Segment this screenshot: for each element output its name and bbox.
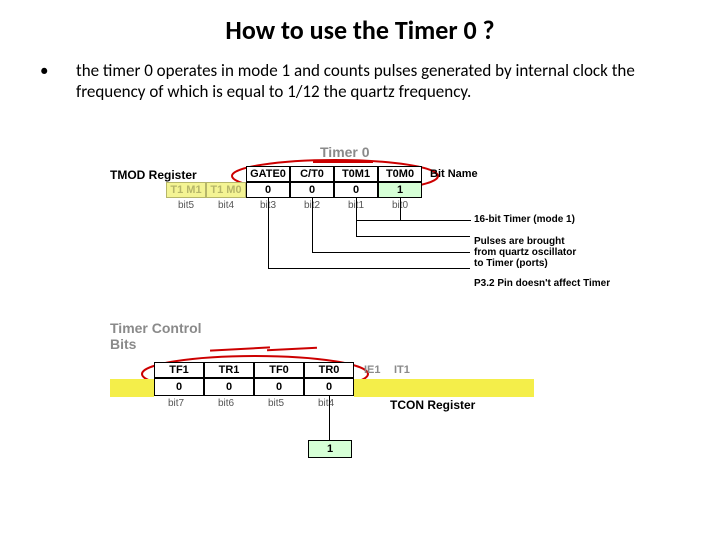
- bullet-text: the timer 0 operates in mode 1 and count…: [76, 60, 680, 103]
- line-gate0-v: [268, 198, 269, 268]
- tcon-bit7: bit7: [168, 398, 184, 409]
- cell-t0m1-name: T0M1: [334, 166, 378, 182]
- tcon-bit4: bit4: [318, 398, 334, 409]
- timer-control-header: Timer Control Bits: [110, 320, 202, 352]
- tmod-label: TMOD Register: [110, 168, 197, 182]
- cell-tr0-name: TR0: [304, 362, 354, 378]
- page-title: How to use the Timer 0 ?: [0, 14, 720, 46]
- bitname-label: Bit Name: [430, 168, 478, 180]
- bullet-marker: •: [40, 60, 76, 103]
- hline-3: [312, 252, 470, 253]
- bit4-label: bit4: [218, 200, 234, 211]
- cell-ct0-val: 0: [290, 182, 334, 198]
- cell-t0m0-name: T0M0: [378, 166, 422, 182]
- hline-4: [268, 268, 470, 269]
- cell-tf1-name: TF1: [154, 362, 204, 378]
- note-pulses-b: from quartz oscillator: [474, 247, 576, 258]
- cell-tr0-val: 0: [304, 378, 354, 396]
- tcon-bit5: bit5: [268, 398, 284, 409]
- hline-2: [356, 236, 470, 237]
- cell-gate0-val: 0: [246, 182, 290, 198]
- cell-t1m1: T1 M1: [166, 182, 206, 198]
- tcon-label: TCON Register: [390, 398, 475, 412]
- cell-gate0-name: GATE0: [246, 166, 290, 182]
- bit5-label: bit5: [178, 200, 194, 211]
- hline-1: [356, 220, 470, 221]
- red-underline-2b: [267, 347, 317, 352]
- cell-t0m0-val: 1: [378, 182, 422, 198]
- note-p32: P3.2 Pin doesn't affect Timer: [474, 278, 610, 289]
- ie1-label: IE1: [364, 364, 381, 376]
- tcon-bit6: bit6: [218, 398, 234, 409]
- line-t0m1-v: [356, 198, 357, 236]
- line-t0m0-v: [400, 198, 401, 220]
- cell-tr1-name: TR1: [204, 362, 254, 378]
- line-ct0-v: [312, 198, 313, 252]
- note-pulses-a: Pulses are brought: [474, 236, 565, 247]
- note-pulses-c: to Timer (ports): [474, 258, 548, 269]
- cell-tf0-val: 0: [254, 378, 304, 396]
- stub: [470, 220, 471, 221]
- it1-label: IT1: [394, 364, 410, 376]
- cell-tf0-name: TF0: [254, 362, 304, 378]
- note-16bit: 16-bit Timer (mode 1): [474, 214, 575, 225]
- diagram: Timer 0 TMOD Register T1 M1 T1 M0 bit5 b…: [110, 144, 630, 524]
- cell-tf1-val: 0: [154, 378, 204, 396]
- cell-one: 1: [308, 440, 352, 458]
- red-underline-2a: [210, 346, 270, 351]
- cell-t0m1-val: 0: [334, 182, 378, 198]
- line-tr0-down: [329, 396, 330, 440]
- ybar-left: [110, 379, 154, 397]
- ybar-right: [354, 379, 534, 397]
- cell-tr1-val: 0: [204, 378, 254, 396]
- cell-t1m0: T1 M0: [206, 182, 246, 198]
- cell-ct0-name: C/T0: [290, 166, 334, 182]
- bullet-item: • the timer 0 operates in mode 1 and cou…: [40, 60, 680, 103]
